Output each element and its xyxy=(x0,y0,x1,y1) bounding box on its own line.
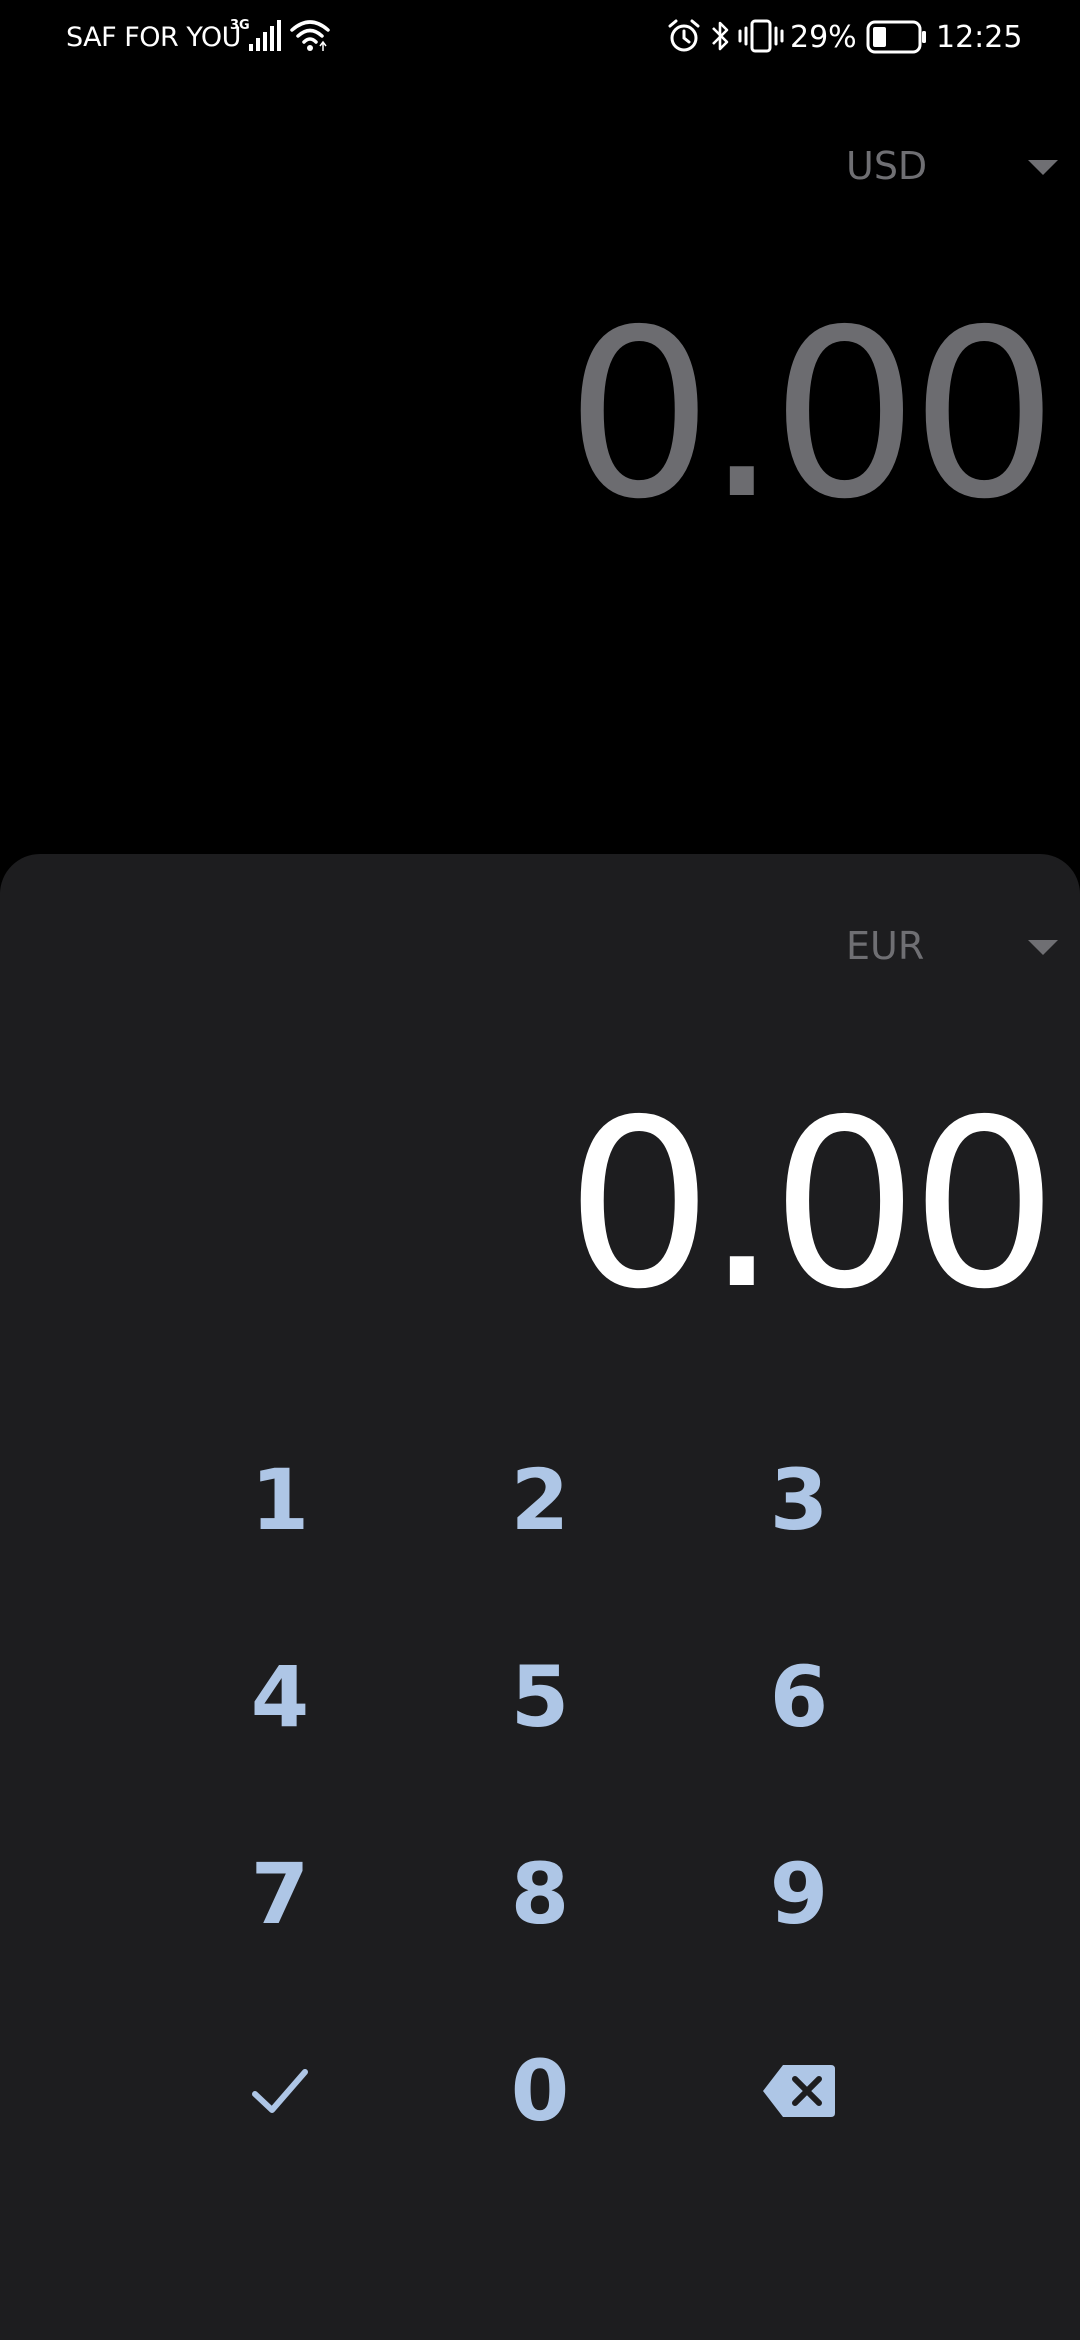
wifi-icon xyxy=(290,20,330,51)
target-amount: 0.00 xyxy=(565,1070,1058,1340)
bluetooth-icon xyxy=(712,21,729,51)
dropdown-arrow-icon xyxy=(1028,160,1058,175)
target-currency-dropdown[interactable]: EUR xyxy=(846,916,1066,976)
target-currency-code: EUR xyxy=(846,924,925,968)
backspace-button[interactable] xyxy=(699,2011,899,2171)
battery-percent: 29% xyxy=(790,20,857,55)
key-7[interactable]: 7 xyxy=(180,1814,380,1974)
key-3[interactable]: 3 xyxy=(699,1420,899,1580)
battery-icon xyxy=(866,20,926,54)
confirm-button[interactable] xyxy=(180,2011,380,2171)
key-4[interactable]: 4 xyxy=(180,1617,380,1777)
dropdown-arrow-icon xyxy=(1028,940,1058,955)
status-bar: SAF FOR YOU 3G 29% 12:25 xyxy=(0,0,1080,80)
signal-icon xyxy=(249,20,281,51)
vibrate-icon xyxy=(738,19,784,53)
carrier-name: SAF FOR YOU xyxy=(66,22,241,53)
key-9[interactable]: 9 xyxy=(699,1814,899,1974)
source-currency-code: USD xyxy=(846,144,928,188)
source-amount[interactable]: 0.00 xyxy=(565,290,1058,540)
source-currency-dropdown[interactable]: USD xyxy=(846,136,1066,196)
key-6[interactable]: 6 xyxy=(699,1617,899,1777)
key-2[interactable]: 2 xyxy=(440,1420,640,1580)
alarm-icon xyxy=(668,19,700,52)
key-5[interactable]: 5 xyxy=(440,1617,640,1777)
key-0[interactable]: 0 xyxy=(440,2011,640,2171)
key-1[interactable]: 1 xyxy=(180,1420,380,1580)
check-icon xyxy=(252,2069,308,2113)
network-type: 3G xyxy=(230,18,250,33)
backspace-icon xyxy=(763,2065,835,2117)
key-8[interactable]: 8 xyxy=(440,1814,640,1974)
status-time: 12:25 xyxy=(936,20,1023,55)
